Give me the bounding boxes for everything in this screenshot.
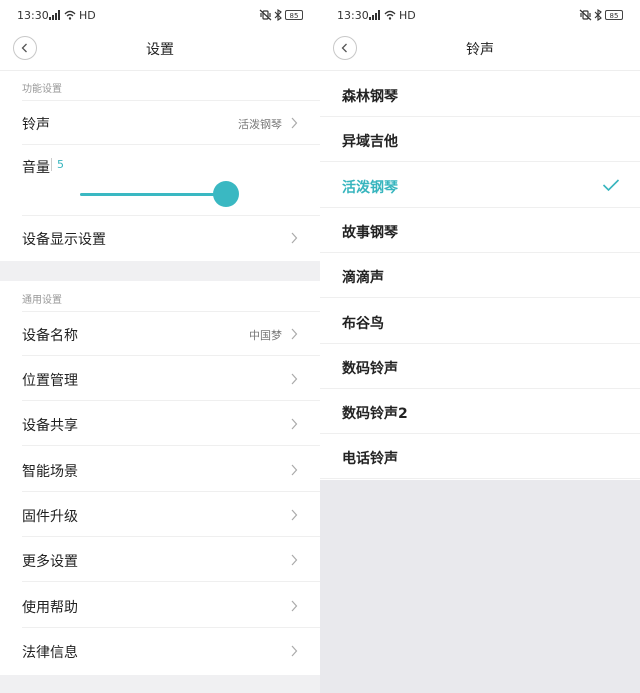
volume-slider-fill bbox=[80, 193, 226, 196]
device-name-label: 设备名称 bbox=[22, 328, 78, 344]
empty-area bbox=[320, 480, 640, 693]
chevron-right-icon bbox=[291, 554, 298, 566]
ringtone-option-label: 森林钢琴 bbox=[342, 89, 398, 105]
network-type: HD bbox=[399, 9, 416, 22]
volume-slider-thumb[interactable] bbox=[212, 181, 239, 207]
chevron-right-icon bbox=[291, 328, 298, 340]
general-settings-item-label: 智能场景 bbox=[22, 463, 78, 480]
ringtone-option[interactable]: 布谷鸟 bbox=[320, 299, 640, 344]
ringtone-option[interactable]: 数码铃声2 bbox=[320, 389, 640, 435]
volume-slider-track[interactable] bbox=[80, 193, 230, 196]
vibrate-off-icon bbox=[579, 9, 592, 21]
general-settings-item[interactable]: 更多设置 bbox=[0, 537, 320, 583]
volume-separator bbox=[51, 158, 52, 171]
general-settings-item-label: 设备共享 bbox=[22, 418, 78, 435]
vibrate-off-icon bbox=[259, 9, 272, 21]
ringtone-option[interactable]: 异域吉他 bbox=[320, 117, 640, 163]
section-spacer bbox=[0, 261, 320, 281]
nav-bar: 设置 bbox=[0, 30, 320, 71]
settings-screen: 13:30 HD 85 设置 功能设置 铃声 活泼钢琴 音量 5 设备显示设置 … bbox=[0, 0, 320, 693]
status-bar: 13:30 HD 85 bbox=[0, 0, 320, 30]
battery-icon: 85 bbox=[605, 10, 623, 20]
section-function-label: 功能设置 bbox=[22, 84, 62, 95]
chevron-right-icon bbox=[291, 232, 298, 244]
ringtone-option-label: 布谷鸟 bbox=[342, 315, 384, 332]
chevron-right-icon bbox=[291, 117, 298, 129]
general-settings-item[interactable]: 固件升级 bbox=[0, 492, 320, 537]
general-settings-item[interactable]: 使用帮助 bbox=[0, 583, 320, 628]
chevron-right-icon bbox=[291, 509, 298, 521]
bluetooth-icon bbox=[274, 9, 282, 21]
ringtone-screen: 13:30 HD 85 铃声 森林钢琴异域吉他活泼钢琴故事钢琴滴滴声布谷鸟数码铃… bbox=[320, 0, 640, 693]
ringtone-option[interactable]: 活泼钢琴 bbox=[320, 163, 640, 208]
device-name-row[interactable]: 设备名称 中国梦 bbox=[0, 311, 320, 356]
ringtone-option-label: 故事钢琴 bbox=[342, 224, 398, 241]
general-settings-item[interactable]: 智能场景 bbox=[0, 447, 320, 492]
checkmark-icon bbox=[602, 179, 620, 191]
page-title: 铃声 bbox=[466, 42, 494, 58]
ringtone-label: 铃声 bbox=[22, 117, 50, 133]
status-bar: 13:30 HD 85 bbox=[320, 0, 640, 30]
general-settings-item[interactable]: 法律信息 bbox=[0, 628, 320, 673]
general-settings-item-label: 更多设置 bbox=[22, 554, 78, 571]
general-settings-item-label: 位置管理 bbox=[22, 373, 78, 389]
bluetooth-icon bbox=[594, 9, 602, 21]
chevron-right-icon bbox=[291, 373, 298, 385]
ringtone-option-label: 异域吉他 bbox=[342, 134, 398, 151]
ringtone-value: 活泼钢琴 bbox=[238, 118, 282, 131]
chevron-right-icon bbox=[291, 464, 298, 475]
wifi-icon bbox=[64, 10, 76, 20]
signal-icon bbox=[49, 10, 60, 20]
chevron-right-icon bbox=[291, 645, 298, 657]
general-settings-item-label: 固件升级 bbox=[22, 508, 78, 525]
device-name-value: 中国梦 bbox=[249, 329, 282, 342]
status-time: 13:30 bbox=[17, 9, 49, 22]
volume-value: 5 bbox=[57, 158, 64, 171]
ringtone-option-label: 滴滴声 bbox=[342, 270, 384, 287]
section-general-label: 通用设置 bbox=[22, 295, 62, 306]
ringtone-option-label: 电话铃声 bbox=[342, 451, 398, 468]
chevron-right-icon bbox=[291, 418, 298, 430]
ringtone-option[interactable]: 滴滴声 bbox=[320, 253, 640, 299]
general-settings-item-label: 法律信息 bbox=[22, 644, 78, 661]
ringtone-option[interactable]: 数码铃声 bbox=[320, 344, 640, 389]
volume-label: 音量 bbox=[22, 160, 50, 176]
ringtone-option[interactable]: 森林钢琴 bbox=[320, 72, 640, 117]
nav-bar: 铃声 bbox=[320, 30, 640, 71]
battery-icon: 85 bbox=[285, 10, 303, 20]
network-type: HD bbox=[79, 9, 96, 22]
ringtone-option-label: 数码铃声 bbox=[342, 360, 398, 377]
bottom-spacer bbox=[0, 675, 320, 693]
display-settings-row[interactable]: 设备显示设置 bbox=[0, 215, 320, 260]
ringtone-option[interactable]: 电话铃声 bbox=[320, 434, 640, 480]
general-settings-item[interactable]: 设备共享 bbox=[0, 401, 320, 447]
ringtone-option-label: 活泼钢琴 bbox=[342, 179, 398, 196]
chevron-right-icon bbox=[291, 600, 298, 611]
ringtone-option-label: 数码铃声2 bbox=[342, 406, 408, 423]
signal-icon bbox=[369, 10, 380, 20]
ringtone-option[interactable]: 故事钢琴 bbox=[320, 208, 640, 253]
wifi-icon bbox=[384, 10, 396, 20]
divider bbox=[22, 144, 320, 145]
page-title: 设置 bbox=[146, 42, 174, 58]
status-time: 13:30 bbox=[337, 9, 369, 22]
general-settings-item[interactable]: 位置管理 bbox=[0, 356, 320, 401]
general-settings-item-label: 使用帮助 bbox=[22, 599, 78, 616]
ringtone-row[interactable]: 铃声 活泼钢琴 bbox=[0, 100, 320, 145]
display-settings-label: 设备显示设置 bbox=[22, 232, 106, 248]
